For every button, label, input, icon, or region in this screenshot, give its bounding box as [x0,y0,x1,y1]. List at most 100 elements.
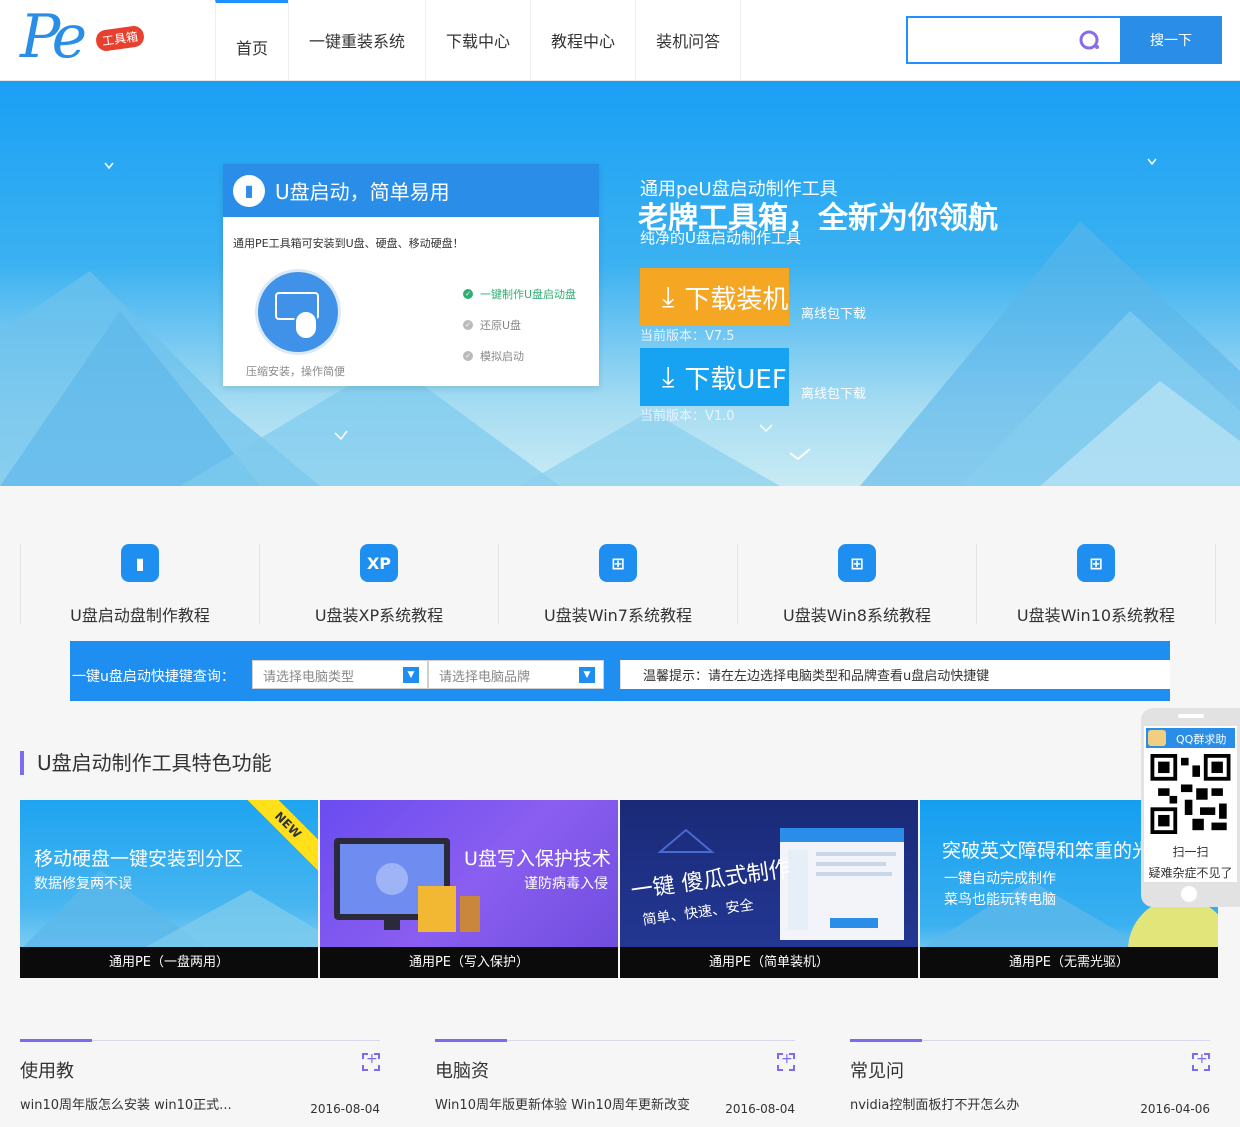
card-title: U盘启动，简单易用 [275,180,450,204]
news-column-resources: 电脑资 Win10周年版更新体验 Win10周年更新改变 2016-08-04 [435,1039,795,1127]
download-label: 下载UEFI [684,364,789,395]
download-icon: ⤓ [662,280,675,313]
site-header: Pe 工具箱 首页 一键重装系统 下载中心 教程中心 装机问答 搜一下 [0,0,1240,81]
version-label: 当前版本：V7.5 [640,329,735,344]
option-make-usb-boot[interactable]: ✓ 一键制作U盘启动盘 [463,278,576,309]
qq-help-label: 疑难杂症不见了 [1148,866,1233,880]
column-title: 电脑资 [435,1061,489,1082]
qq-header-label: QQ群求助 [1176,733,1227,746]
column-title: 常见问 [850,1061,904,1082]
tutorial-usb-boot[interactable]: ▮ U盘启动盘制作教程 [20,544,259,625]
feature-caption: 通用PE（写入保护） [320,947,618,978]
news-item-date: 2016-08-04 [310,1102,380,1116]
tutorial-links: ▮ U盘启动盘制作教程 XP U盘装XP系统教程 ⊞ U盘装Win7系统教程 ⊞… [20,544,1216,625]
nav-label: 一键重装系统 [309,32,406,51]
nav-install-qa[interactable]: 装机问答 [635,0,742,80]
option-label: 还原U盘 [480,318,522,332]
hero-banner: ▮ U盘启动，简单易用 通用PE工具箱可安装到U盘、硬盘、移动硬盘！ 压缩安装，… [0,81,1240,486]
column-accent-bar [850,1039,922,1042]
windows7-icon: ⊞ [599,544,637,582]
option-restore-usb[interactable]: ✓ 还原U盘 [463,309,576,340]
column-accent-bar [435,1039,507,1042]
offline-package-link[interactable]: 离线包下载 [801,383,866,402]
logo-tag: 工具箱 [94,24,146,53]
usb-boot-card: ▮ U盘启动，简单易用 通用PE工具箱可安装到U盘、硬盘、移动硬盘！ 压缩安装，… [223,164,599,386]
keyboard-mouse-icon [258,272,338,352]
usb-icon: ▮ [121,544,159,582]
nav-label: 下载中心 [446,32,511,51]
check-icon: ✓ [463,350,473,361]
news-item-date: 2016-04-06 [1140,1102,1210,1116]
site-logo[interactable]: Pe 工具箱 [20,2,146,76]
windows8-icon: ⊞ [838,544,876,582]
news-item-date: 2016-08-04 [725,1102,795,1116]
tutorial-xp[interactable]: XP U盘装XP系统教程 [259,544,498,625]
nav-home-label: 首页 [236,39,269,58]
qq-help-widget[interactable]: QQ群求助 扫一扫 疑难杂症不见了 [1141,708,1240,907]
feature-card-easy-install[interactable]: 一键 傻瓜式制作 简单、快速、安全 通用PE（简单装机） [620,800,918,978]
qq-avatar-icon [1148,730,1166,746]
mountain-background [0,158,1240,486]
phone-speaker [1178,714,1204,718]
download-installer-button[interactable]: ⤓ 下载装机 [640,268,789,326]
news-item-link[interactable]: Win10周年版更新体验 Win10周年更新改变 [435,1094,690,1113]
computer-type-select[interactable]: 请选择电脑类型 ▼ [252,660,428,689]
boot-key-query-bar: 一键u盘启动快捷键查询： 请选择电脑类型 ▼ 请选择电脑品牌 ▼ 温馨提示：请在… [70,641,1170,701]
column-accent-bar [20,1039,92,1042]
main-nav: 首页 一键重装系统 下载中心 教程中心 装机问答 [215,0,742,81]
offline-package-link[interactable]: 离线包下载 [801,303,866,322]
qr-code [1150,754,1231,834]
select-value: 请选择电脑品牌 [439,670,531,685]
banner-subtitle-2: 纯净的U盘启动制作工具 [640,229,801,247]
nav-label: 教程中心 [551,32,616,51]
nav-download-center[interactable]: 下载中心 [425,0,530,80]
tutorial-win10[interactable]: ⊞ U盘装Win10系统教程 [976,544,1216,625]
windows10-icon: ⊞ [1077,544,1115,582]
nav-one-click-reinstall[interactable]: 一键重装系统 [288,0,425,80]
feature-headline: 突破英文障碍和笨重的光 [942,840,1152,862]
option-label: 模拟启动 [480,349,524,363]
search-button[interactable]: 搜一下 [1120,16,1222,64]
select-value: 请选择电脑类型 [263,670,355,685]
feature-subtext: 数据修复两不误 [34,876,132,892]
check-icon: ✓ [463,319,473,330]
tutorial-label: U盘装Win10系统教程 [1016,606,1176,625]
card-description: 通用PE工具箱可安装到U盘、硬盘、移动硬盘！ [233,237,464,250]
expand-icon[interactable] [362,1051,380,1071]
search-box: 搜一下 [906,16,1222,64]
feature-card-partition[interactable]: NEW 移动硬盘一键安装到分区 数据修复两不误 通用PE（一盘两用） [20,800,318,978]
tutorial-label: U盘装Win8系统教程 [783,606,931,625]
news-column-tutorials: 使用教 win10周年版怎么安装 win10正式... 2016-08-04 [20,1039,380,1127]
download-label: 下载装机 [684,284,789,315]
query-tip: 温馨提示：请在左边选择电脑类型和品牌查看u盘启动快捷键 [620,660,1170,689]
expand-icon[interactable] [777,1051,795,1071]
check-icon: ✓ [463,288,473,299]
logo-text: Pe [20,2,87,72]
usb-icon: ▮ [233,174,265,207]
xp-icon: XP [360,544,398,582]
news-item-link[interactable]: nvidia控制面板打不开怎么办 [850,1094,1019,1113]
qq-header: QQ群求助 [1146,728,1235,748]
tutorial-label: U盘装Win7系统教程 [544,606,692,625]
chevron-down-icon: ▼ [579,667,595,683]
tutorial-win7[interactable]: ⊞ U盘装Win7系统教程 [498,544,737,625]
feature-headline: U盘写入保护技术 [464,848,611,870]
feature-card-write-protect[interactable]: U盘写入保护技术 谨防病毒入侵 通用PE（写入保护） [320,800,618,978]
nav-tutorial-center[interactable]: 教程中心 [530,0,635,80]
expand-icon[interactable] [1192,1051,1210,1071]
option-label: 一键制作U盘启动盘 [480,287,577,301]
version-label: 当前版本：V1.0 [640,409,735,424]
option-simulate-boot[interactable]: ✓ 模拟启动 [463,340,576,371]
feature-caption: 通用PE（一盘两用） [20,947,318,978]
news-item-link[interactable]: win10周年版怎么安装 win10正式... [20,1094,232,1113]
download-uefi-button[interactable]: ⤓ 下载UEFI [640,348,789,406]
tutorial-win8[interactable]: ⊞ U盘装Win8系统教程 [737,544,976,625]
chevron-down-icon: ▼ [403,667,419,683]
computer-brand-select[interactable]: 请选择电脑品牌 ▼ [428,660,604,689]
nav-home[interactable]: 首页 [215,0,289,80]
qq-scan-label: 扫一扫 [1172,845,1209,859]
download-icon: ⤓ [662,360,675,393]
feature-caption: 通用PE（无需光驱） [920,947,1218,978]
query-label: 一键u盘启动快捷键查询： [72,669,235,685]
search-icon [1079,30,1099,50]
